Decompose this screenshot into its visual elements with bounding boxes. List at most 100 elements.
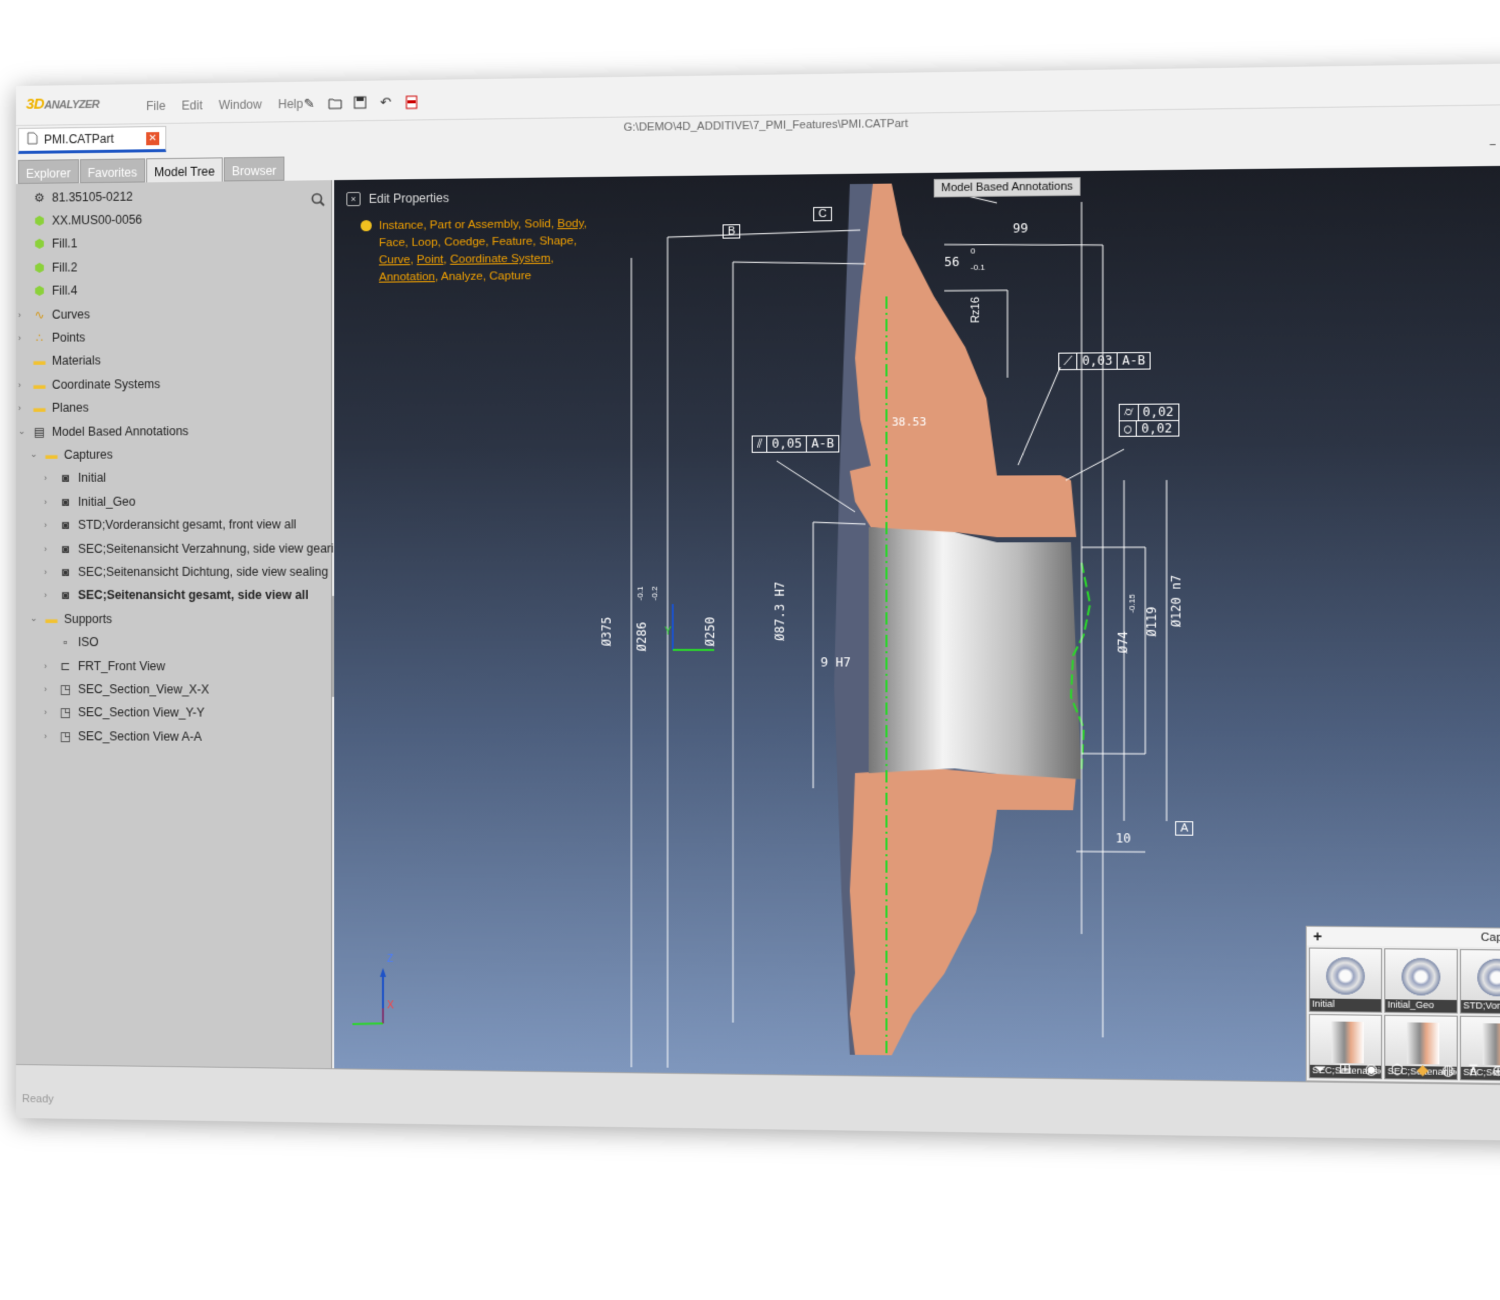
tree-item[interactable]: › ∿ Curves: [16, 300, 331, 326]
expand-arrow-icon[interactable]: ›: [44, 567, 54, 577]
open-icon[interactable]: [326, 94, 343, 111]
expand-arrow-icon[interactable]: ⌄: [30, 613, 40, 624]
tree-item[interactable]: › ◙ Initial_Geo: [16, 489, 331, 513]
expand-arrow-icon[interactable]: ›: [18, 380, 28, 390]
expand-arrow-icon[interactable]: ›: [44, 473, 54, 483]
paint-icon[interactable]: ◆: [1417, 1061, 1429, 1079]
dim-250[interactable]: Ø250: [703, 617, 718, 647]
tree-item[interactable]: ▫ ISO: [16, 630, 331, 654]
expand-arrow-icon[interactable]: ›: [44, 707, 54, 717]
tree-item[interactable]: › ◳ SEC_Section View A-A: [16, 724, 331, 749]
tree-item[interactable]: › ◙ Initial: [16, 465, 331, 490]
tree-item[interactable]: › ◳ SEC_Section_View_X-X: [16, 677, 331, 701]
dim-10[interactable]: 10: [1116, 831, 1131, 846]
dim-120[interactable]: Ø120 n7: [1169, 575, 1184, 627]
tab-model-tree[interactable]: Model Tree: [146, 157, 223, 183]
tree-item[interactable]: › ◙ SEC;Seitenansicht Verzahnung, side vie…: [16, 536, 347, 560]
tab-explorer[interactable]: Explorer: [17, 159, 79, 184]
tree-item[interactable]: › ◙ SEC;Seitenansicht gesamt, side view al…: [16, 583, 331, 607]
eye-icon[interactable]: ◉: [1365, 1060, 1378, 1078]
pick-filter-link[interactable]: Curve: [379, 254, 410, 266]
box-icon[interactable]: ⬡: [1391, 1061, 1404, 1079]
filter-icon[interactable]: ⏷: [1314, 1060, 1326, 1078]
menu-edit[interactable]: Edit: [182, 98, 203, 112]
edit-properties[interactable]: × Edit Properties: [346, 191, 449, 207]
expand-arrow-icon[interactable]: ›: [18, 333, 28, 343]
pick-filter-list[interactable]: Instance, Part or Assembly, Solid, Body,…: [379, 218, 587, 284]
minimize-button[interactable]: −: [1489, 139, 1496, 153]
expand-arrow-icon[interactable]: ›: [18, 310, 28, 320]
tree-item[interactable]: › ◙ SEC;Seitenansicht Dichtung, side view …: [16, 560, 331, 584]
light-icon[interactable]: ◍: [1442, 1061, 1455, 1079]
3d-viewport[interactable]: C B A 99 56 0 -0.1 Rz16 ⟋ 0,03 A-B ⌭ 0,0…: [334, 165, 1500, 1085]
dim-38[interactable]: 38.53: [892, 415, 927, 429]
menu-window[interactable]: Window: [219, 97, 262, 112]
menu-file[interactable]: File: [146, 99, 165, 113]
datum-b[interactable]: B: [722, 224, 741, 239]
undo-icon[interactable]: ↶: [377, 93, 394, 110]
tree-item[interactable]: › ◙ STD;Vorderansicht gesamt, front view a…: [16, 513, 331, 537]
tree-item[interactable]: ⌄ ▬ Supports: [16, 607, 331, 631]
dim-9[interactable]: 9 H7: [821, 655, 851, 669]
dim-74[interactable]: Ø74: [1115, 631, 1130, 653]
fcf-flatness[interactable]: ⌭ 0,02 ○ 0,02: [1118, 403, 1179, 437]
save-icon[interactable]: [351, 94, 368, 111]
expand-arrow-icon[interactable]: ›: [44, 520, 54, 530]
expand-arrow-icon[interactable]: ›: [44, 543, 54, 553]
expand-arrow-icon[interactable]: ›: [44, 731, 54, 741]
tree-item[interactable]: ⬢ Fill.1: [16, 229, 331, 256]
side-tabs: Explorer Favorites Model Tree Browser: [17, 156, 286, 184]
tab-favorites[interactable]: Favorites: [79, 158, 146, 184]
expand-arrow-icon[interactable]: ›: [44, 684, 54, 694]
collapse-icon[interactable]: ×: [346, 191, 361, 207]
pick-filter-link[interactable]: Point: [417, 254, 444, 266]
fcf-runout-top[interactable]: ⟋ 0,03 A-B: [1058, 351, 1151, 371]
tree-item[interactable]: ⌄ ▬ Captures: [16, 442, 331, 467]
capture-thumb[interactable]: STD;Vorderansic...: [1459, 949, 1500, 1015]
pick-filter-link[interactable]: Body: [557, 218, 583, 230]
tree-icon[interactable]: ⊞: [1339, 1060, 1352, 1078]
dim-119[interactable]: Ø119: [1145, 607, 1160, 637]
ground-icon[interactable]: ⊼: [1468, 1062, 1479, 1080]
tree-item[interactable]: › ⊏ FRT_Front View: [16, 654, 331, 678]
expand-arrow-icon[interactable]: ›: [44, 590, 54, 600]
pdf-icon[interactable]: [402, 93, 419, 110]
expand-arrow-icon[interactable]: ⌄: [30, 449, 40, 460]
document-tab[interactable]: PMI.CATPart ✕: [17, 125, 167, 154]
capture-thumb[interactable]: Initial_Geo: [1384, 948, 1458, 1014]
dim-375[interactable]: Ø375: [600, 617, 614, 646]
pick-filter-link[interactable]: Annotation: [379, 271, 435, 284]
quick-toolbar: ✎ ↶: [301, 93, 420, 112]
expand-arrow-icon[interactable]: ›: [18, 403, 28, 413]
pick-filter-link[interactable]: Coordinate System: [450, 253, 550, 266]
tree-item[interactable]: › ▬ Coordinate Systems: [16, 371, 331, 396]
tree-item[interactable]: ⬢ XX.MUS00-0056: [16, 206, 331, 233]
app-window: 3DANALYZER File Edit Window Help ✎ ↶ − ▢…: [16, 62, 1500, 1142]
fcf-runout-left[interactable]: ⫽ 0,05 A-B: [751, 435, 840, 453]
datum-a[interactable]: A: [1175, 821, 1194, 836]
expand-arrow-icon[interactable]: ⌄: [18, 426, 28, 437]
expand-arrow-icon[interactable]: ›: [44, 497, 54, 507]
menu-help[interactable]: Help: [278, 97, 303, 111]
tree-item[interactable]: › ∴ Points: [16, 324, 331, 350]
tree-item[interactable]: ⬢ Fill.2: [16, 253, 331, 280]
tab-browser[interactable]: Browser: [223, 156, 285, 182]
tree-item[interactable]: ▬ Materials: [16, 347, 331, 373]
tree-item[interactable]: ⚙ 81.35105-0212: [16, 182, 331, 209]
dim-99[interactable]: 99: [1013, 221, 1028, 236]
add-capture-button[interactable]: +: [1313, 928, 1322, 945]
dim-56[interactable]: 56: [944, 255, 959, 270]
tree-item[interactable]: › ◳ SEC_Section View_Y-Y: [16, 701, 331, 726]
roughness-symbol[interactable]: Rz16: [969, 297, 982, 324]
dim-286[interactable]: Ø286: [635, 622, 649, 651]
expand-arrow-icon[interactable]: ›: [44, 661, 54, 671]
settings-icon[interactable]: ✎: [301, 95, 318, 112]
tree-item[interactable]: ⌄ ▤ Model Based Annotations: [16, 418, 331, 443]
close-tab-icon[interactable]: ✕: [146, 132, 160, 146]
tree-item[interactable]: › ▬ Planes: [16, 395, 331, 420]
tree-item[interactable]: ⬢ Fill.4: [16, 277, 331, 303]
capture-thumb[interactable]: Initial: [1308, 947, 1383, 1013]
dim-87[interactable]: Ø87.3 H7: [772, 582, 787, 641]
target-icon[interactable]: ⊕: [1492, 1062, 1500, 1080]
datum-c[interactable]: C: [813, 206, 832, 222]
